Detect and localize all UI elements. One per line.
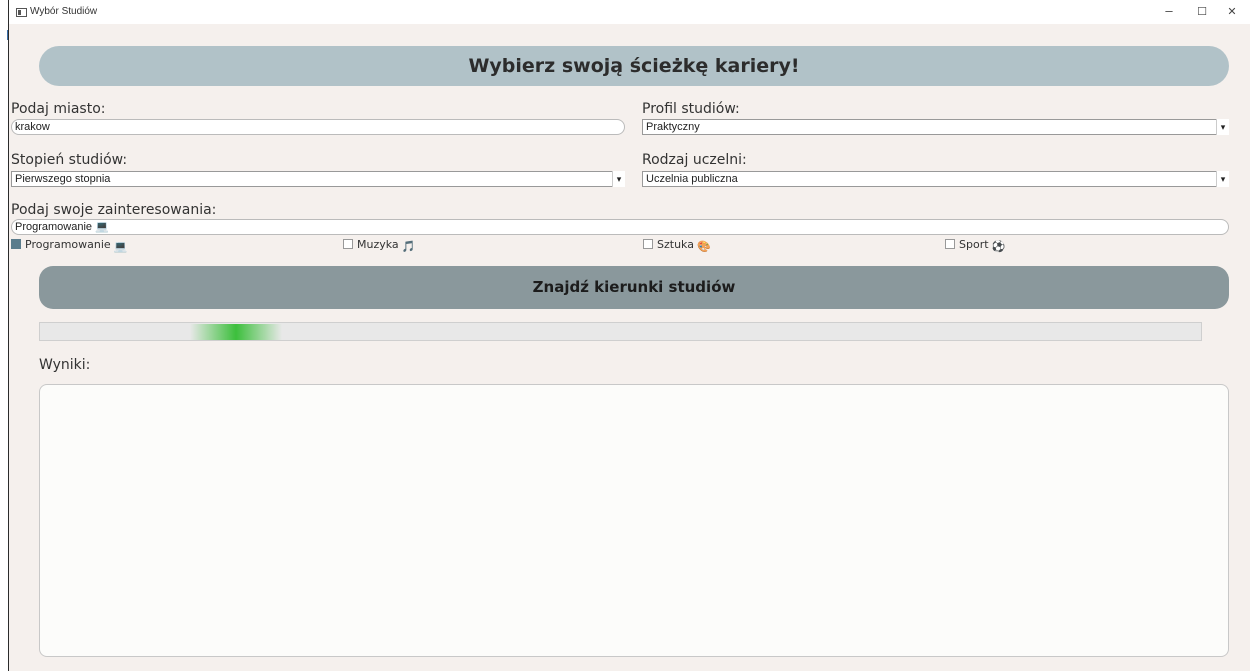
checkbox-label: Sport xyxy=(959,238,989,251)
close-button[interactable]: ✕ xyxy=(1217,5,1247,18)
checkbox-label: Muzyka xyxy=(357,238,399,251)
university-label: Rodzaj uczelni: xyxy=(642,152,747,168)
palette-icon: 🎨 xyxy=(696,240,711,253)
music-icon: 🎵 xyxy=(401,240,416,253)
profile-value: Praktyczny xyxy=(646,121,700,133)
page-title: Wybierz swoją ścieżkę kariery! xyxy=(39,46,1229,86)
checkbox-muzyka[interactable]: Muzyka 🎵 xyxy=(343,238,415,253)
results-label: Wyniki: xyxy=(39,357,91,373)
title-bar[interactable]: Wybór Studiów – ☐ ✕ xyxy=(9,0,1250,24)
checkbox-sport[interactable]: Sport ⚽ xyxy=(945,238,1005,253)
results-textarea[interactable] xyxy=(39,384,1229,657)
profile-label: Profil studiów: xyxy=(642,101,740,117)
chevron-down-icon[interactable]: ▾ xyxy=(612,171,625,187)
minimize-button[interactable]: – xyxy=(1154,3,1184,18)
checkbox-box[interactable] xyxy=(945,239,955,249)
university-select[interactable]: Uczelnia publiczna ▾ xyxy=(642,171,1229,187)
progress-indicator xyxy=(190,324,282,340)
degree-label: Stopień studiów: xyxy=(11,152,128,168)
interests-label: Podaj swoje zainteresowania: xyxy=(11,202,217,218)
app-icon xyxy=(16,8,27,17)
checkbox-box[interactable] xyxy=(643,239,653,249)
ball-icon: ⚽ xyxy=(991,240,1006,253)
checkbox-programowanie[interactable]: Programowanie 💻 xyxy=(11,238,127,253)
interests-input[interactable]: Programowanie 💻 xyxy=(11,219,1229,235)
checkbox-sztuka[interactable]: Sztuka 🎨 xyxy=(643,238,711,253)
find-courses-button[interactable]: Znajdź kierunki studiów xyxy=(39,266,1229,309)
app-window: Wybór Studiów – ☐ ✕ Wybierz swoją ścieżk… xyxy=(8,0,1250,671)
checkbox-box[interactable] xyxy=(343,239,353,249)
checkbox-label: Programowanie xyxy=(25,238,111,251)
checkbox-box[interactable] xyxy=(11,239,21,249)
degree-value: Pierwszego stopnia xyxy=(15,173,111,185)
checkbox-label: Sztuka xyxy=(657,238,694,251)
city-label: Podaj miasto: xyxy=(11,101,106,117)
university-value: Uczelnia publiczna xyxy=(646,173,738,185)
maximize-button[interactable]: ☐ xyxy=(1187,5,1217,18)
computer-icon: 💻 xyxy=(113,240,128,253)
progress-bar xyxy=(39,322,1202,341)
window-title: Wybór Studiów xyxy=(30,6,98,17)
chevron-down-icon[interactable]: ▾ xyxy=(1216,171,1229,187)
profile-select[interactable]: Praktyczny ▾ xyxy=(642,119,1229,135)
chevron-down-icon[interactable]: ▾ xyxy=(1216,119,1229,135)
city-input[interactable]: krakow xyxy=(11,119,625,135)
degree-select[interactable]: Pierwszego stopnia ▾ xyxy=(11,171,625,187)
